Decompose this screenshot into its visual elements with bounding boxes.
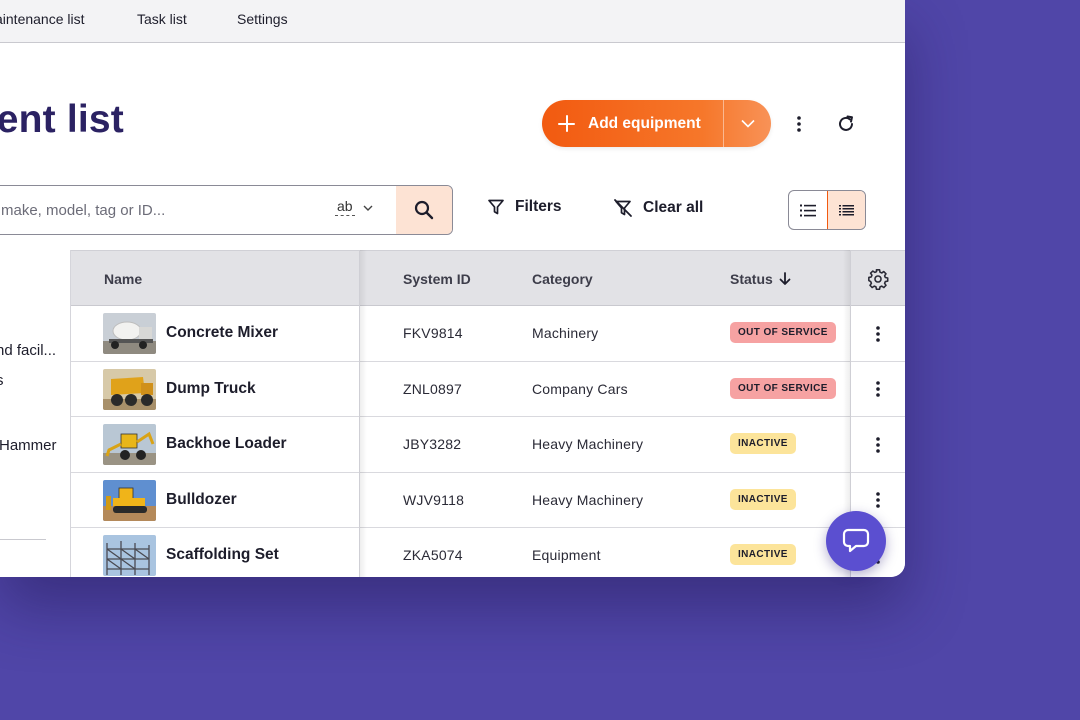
category: Company Cars — [532, 380, 628, 397]
nav-settings[interactable]: Settings — [237, 11, 288, 27]
backhoe-loader-photo — [103, 424, 156, 465]
list-view-option[interactable] — [789, 191, 827, 229]
refresh-button[interactable] — [832, 110, 860, 138]
concrete-mixer-photo — [103, 313, 156, 354]
more-vertical-icon — [875, 492, 880, 508]
left-panel-divider — [0, 539, 46, 540]
page-title: ent list — [0, 98, 124, 141]
sticky-column-divider — [359, 250, 360, 577]
status-badge: OUT OF SERVICE — [730, 377, 836, 399]
gear-icon — [868, 269, 889, 290]
system-id: WJV9118 — [403, 491, 465, 508]
add-equipment-label: Add equipment — [588, 114, 701, 132]
sticky-column-shadow — [359, 250, 367, 577]
equipment-name[interactable]: Backhoe Loader — [166, 435, 287, 453]
clear-all-button[interactable]: Clear all — [613, 198, 703, 218]
nav-task-list[interactable]: Task list — [137, 11, 187, 27]
system-id: JBY3282 — [403, 436, 462, 452]
table-row[interactable]: Backhoe Loader JBY3282 Heavy Machinery I… — [71, 417, 905, 473]
more-options-button[interactable] — [786, 110, 812, 138]
arrow-down-icon — [779, 272, 791, 285]
table-row[interactable]: Dump Truck ZNL0897 Company Cars OUT OF S… — [71, 361, 905, 417]
clear-all-label: Clear all — [643, 199, 704, 216]
filters-button[interactable]: Filters — [487, 198, 562, 216]
scaffolding-photo — [103, 535, 156, 576]
chevron-down-icon — [363, 205, 373, 211]
status-badge: INACTIVE — [730, 544, 796, 565]
search-button[interactable] — [396, 186, 452, 234]
add-equipment-split-button: Add equipment — [542, 100, 771, 147]
table-header: Name System ID Category Status — [71, 250, 905, 306]
column-header-system-id[interactable]: System ID — [403, 271, 471, 287]
bulldozer-photo — [103, 479, 156, 521]
add-equipment-button[interactable]: Add equipment — [542, 100, 723, 147]
view-mode-toggle — [788, 190, 866, 230]
equipment-name[interactable]: Scaffolding Set — [166, 546, 279, 564]
filters-label: Filters — [515, 198, 562, 215]
status-header-label: Status — [730, 271, 773, 287]
filter-icon — [488, 199, 504, 215]
more-vertical-icon — [797, 116, 801, 132]
compact-list-icon — [838, 204, 854, 215]
equipment-name[interactable]: Dump Truck — [166, 380, 256, 398]
column-header-category[interactable]: Category — [532, 271, 593, 287]
more-vertical-icon — [875, 436, 880, 453]
column-header-status[interactable]: Status — [730, 271, 791, 287]
match-mode-label: ab — [335, 198, 355, 216]
nav-maintenance-list[interactable]: aintenance list — [0, 11, 85, 27]
left-panel-item[interactable]: nd facil... — [0, 342, 56, 359]
chat-support-button[interactable] — [826, 511, 886, 571]
list-icon — [799, 204, 816, 216]
category: Heavy Machinery — [532, 491, 644, 508]
dump-truck-photo — [103, 368, 156, 410]
compact-view-option[interactable] — [826, 191, 865, 229]
system-id: ZKA5074 — [403, 547, 463, 563]
add-options-dropdown[interactable] — [724, 100, 771, 147]
more-vertical-icon — [875, 325, 880, 342]
top-navigation: aintenance list Task list Settings — [0, 0, 905, 43]
category: Machinery — [532, 325, 599, 341]
more-vertical-icon — [875, 381, 880, 397]
status-badge: INACTIVE — [730, 488, 796, 510]
table-row[interactable]: Scaffolding Set ZKA5074 Equipment INACTI… — [71, 528, 905, 577]
category: Equipment — [532, 547, 601, 563]
row-menu-button[interactable] — [850, 417, 905, 472]
refresh-icon — [839, 115, 853, 131]
system-id: FKV9814 — [403, 325, 463, 341]
chevron-down-icon — [740, 119, 755, 128]
table-row[interactable]: Concrete Mixer FKV9814 Machinery OUT OF … — [71, 306, 905, 362]
filter-off-icon — [614, 199, 632, 217]
plus-icon — [558, 115, 575, 132]
app-window: aintenance list Task list Settings ent l… — [0, 0, 905, 577]
search-input[interactable] — [1, 186, 321, 234]
left-panel-item[interactable]: Hammer — [0, 437, 57, 454]
status-badge: INACTIVE — [730, 433, 796, 454]
equipment-name[interactable]: Concrete Mixer — [166, 324, 278, 342]
match-mode-toggle[interactable]: ab — [335, 199, 373, 216]
chat-bubble-icon — [842, 528, 870, 553]
search-field: ab — [0, 185, 453, 235]
column-header-name[interactable]: Name — [104, 271, 142, 287]
equipment-name[interactable]: Bulldozer — [166, 491, 237, 509]
row-menu-button[interactable] — [850, 306, 905, 361]
equipment-table: Name System ID Category Status Concrete … — [71, 250, 905, 577]
search-icon — [414, 200, 434, 220]
table-row[interactable]: Bulldozer WJV9118 Heavy Machinery INACTI… — [71, 472, 905, 528]
row-menu-button[interactable] — [850, 362, 905, 417]
category: Heavy Machinery — [532, 436, 644, 452]
column-settings-button[interactable] — [859, 267, 897, 291]
status-badge: OUT OF SERVICE — [730, 322, 836, 343]
left-panel-item[interactable]: s — [0, 372, 4, 389]
system-id: ZNL0897 — [403, 380, 462, 397]
